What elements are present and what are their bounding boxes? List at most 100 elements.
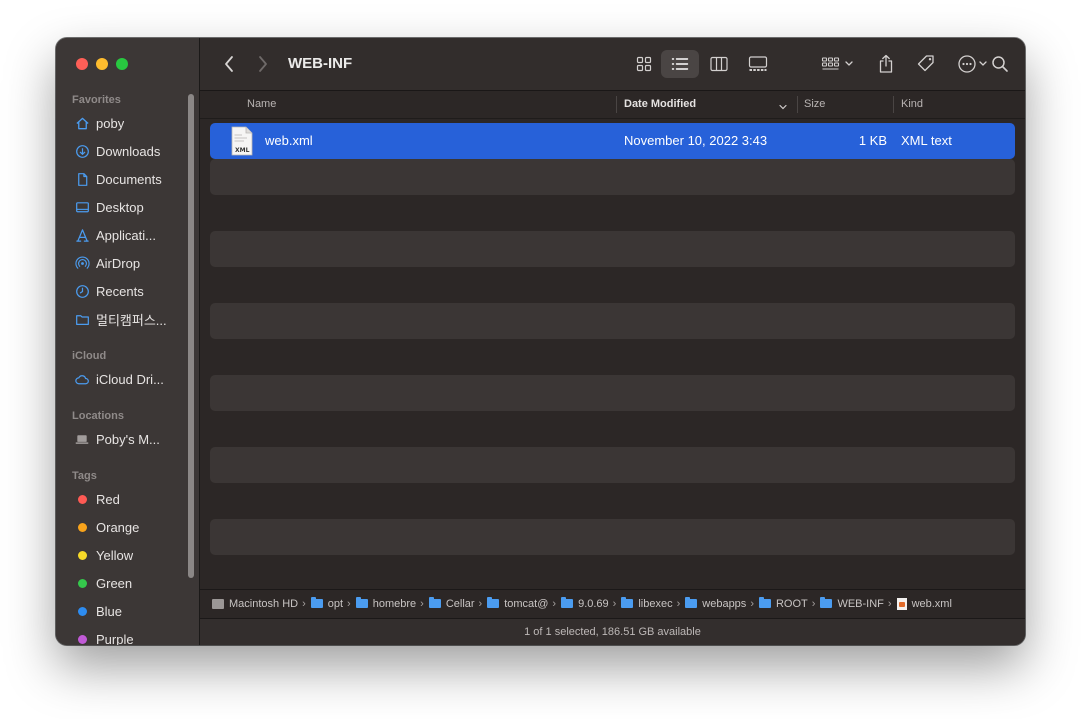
path-item[interactable]: 9.0.69 › [561, 597, 621, 610]
column-name[interactable]: Name [247, 98, 276, 110]
sidebar-item-home[interactable]: poby [74, 110, 186, 136]
path-item[interactable]: ROOT › [758, 597, 820, 610]
path-label: Cellar [445, 597, 475, 610]
forward-button[interactable] [252, 52, 274, 76]
chevron-left-icon [225, 56, 233, 72]
sidebar-tag-yellow[interactable]: Yellow [74, 542, 186, 568]
sidebar-item-label: Desktop [96, 199, 144, 215]
back-button[interactable] [218, 52, 240, 76]
sidebar-item-label: Orange [96, 519, 140, 535]
sidebar-tag-blue[interactable]: Blue [74, 598, 186, 624]
gallery-view-button[interactable] [742, 51, 774, 77]
search-icon [992, 56, 1008, 72]
document-icon [74, 171, 90, 187]
sidebar-item-folder[interactable]: 멀티캠퍼스... [74, 306, 186, 332]
sidebar-item-label: Green [96, 575, 133, 591]
folder-icon [561, 597, 574, 608]
path-separator-icon: › [552, 597, 557, 610]
sort-chevron-icon[interactable] [778, 99, 788, 117]
close-button[interactable] [76, 58, 88, 70]
column-header: Name Date Modified Size Kind [200, 91, 1025, 119]
column-date-modified[interactable]: Date Modified [624, 98, 696, 110]
folder-icon [310, 597, 323, 608]
gallery-icon [748, 56, 768, 71]
path-label: opt [327, 597, 344, 610]
path-label: homebre [372, 597, 417, 610]
sidebar-item-label: Downloads [96, 143, 161, 159]
list-view-button[interactable] [661, 50, 699, 78]
path-item-disk[interactable]: Macintosh HD › [212, 598, 311, 610]
empty-row [210, 231, 1015, 267]
path-item[interactable]: libexec › [621, 597, 685, 610]
tag-color-dot [77, 522, 87, 532]
column-divider[interactable] [797, 96, 798, 113]
path-item[interactable]: tomcat@ › [487, 597, 561, 610]
empty-row [210, 411, 1015, 447]
sidebar-scrollbar[interactable] [188, 94, 194, 578]
share-icon [879, 54, 893, 73]
zoom-button[interactable] [116, 58, 128, 70]
group-button[interactable] [818, 51, 858, 77]
sidebar-section-favorites: Favorites [72, 94, 121, 106]
xml-file-icon [896, 597, 907, 610]
file-list: XML web.xml November 10, 2022 3:43 1 KB … [210, 123, 1015, 591]
path-item-file[interactable]: web.xml [896, 597, 952, 610]
sidebar-item-label: Poby's M... [96, 431, 160, 447]
icon-view-button[interactable] [628, 51, 660, 77]
path-separator-icon: › [750, 597, 754, 610]
path-label: Macintosh HD [229, 597, 299, 610]
column-divider[interactable] [893, 96, 894, 113]
file-date-modified: November 10, 2022 3:43 [624, 133, 768, 148]
empty-row [210, 195, 1015, 231]
sidebar-item-documents[interactable]: Documents [74, 166, 186, 192]
empty-row [210, 555, 1015, 591]
sidebar-section-locations: Locations [72, 410, 124, 422]
clock-icon [74, 283, 90, 299]
applications-icon [74, 227, 90, 243]
column-size[interactable]: Size [804, 98, 825, 110]
sidebar-tag-green[interactable]: Green [74, 570, 186, 596]
sidebar-tag-orange[interactable]: Orange [74, 514, 186, 540]
sidebar-item-recents[interactable]: Recents [74, 278, 186, 304]
sidebar-item-mac[interactable]: Poby's M... [74, 426, 186, 452]
tag-color-dot [77, 494, 87, 504]
path-label: libexec [638, 597, 673, 610]
tag-color-dot [77, 578, 87, 588]
table-row[interactable]: XML web.xml November 10, 2022 3:43 1 KB … [210, 123, 1015, 159]
tag-color-dot [77, 550, 87, 560]
sidebar-item-airdrop[interactable]: AirDrop [74, 250, 186, 276]
share-button[interactable] [872, 50, 900, 78]
path-item[interactable]: webapps › [685, 597, 759, 610]
path-item[interactable]: WEB-INF › [820, 597, 896, 610]
sidebar-item-downloads[interactable]: Downloads [74, 138, 186, 164]
sidebar-item-label: Blue [96, 603, 123, 619]
path-bar: Macintosh HD › opt › homebre › Cellar › tomc… [200, 589, 1025, 617]
path-item[interactable]: homebre › [355, 597, 429, 610]
search-button[interactable] [986, 51, 1014, 77]
path-item[interactable]: opt › [310, 597, 356, 610]
sidebar-section-icloud: iCloud [72, 350, 107, 362]
tag-button[interactable] [912, 50, 940, 78]
column-divider[interactable] [616, 96, 617, 113]
columns-icon [710, 56, 728, 72]
sidebar-section-tags: Tags [72, 470, 97, 482]
column-kind[interactable]: Kind [901, 98, 923, 110]
desktop-icon [74, 199, 90, 215]
sidebar-item-applications[interactable]: Applicati... [74, 222, 186, 248]
minimize-button[interactable] [96, 58, 108, 70]
sidebar-item-label: poby [96, 115, 125, 131]
tag-color-dot [77, 606, 87, 616]
path-label: WEB-INF [837, 597, 884, 610]
column-view-button[interactable] [703, 51, 735, 77]
sidebar-item-label: Documents [96, 171, 162, 187]
main-pane: WEB-INF Name Date Modified Size Kind XML… [200, 38, 1025, 645]
sidebar-item-desktop[interactable]: Desktop [74, 194, 186, 220]
path-label: webapps [702, 597, 747, 610]
path-item[interactable]: Cellar › [428, 597, 487, 610]
sidebar-tag-red[interactable]: Red [74, 486, 186, 512]
sidebar-item-icloud-drive[interactable]: iCloud Dri... [74, 366, 186, 392]
sidebar-tag-purple[interactable]: Purple [74, 626, 186, 645]
empty-row [210, 303, 1015, 339]
sidebar-item-label: Yellow [96, 547, 134, 563]
window-controls [76, 58, 128, 70]
